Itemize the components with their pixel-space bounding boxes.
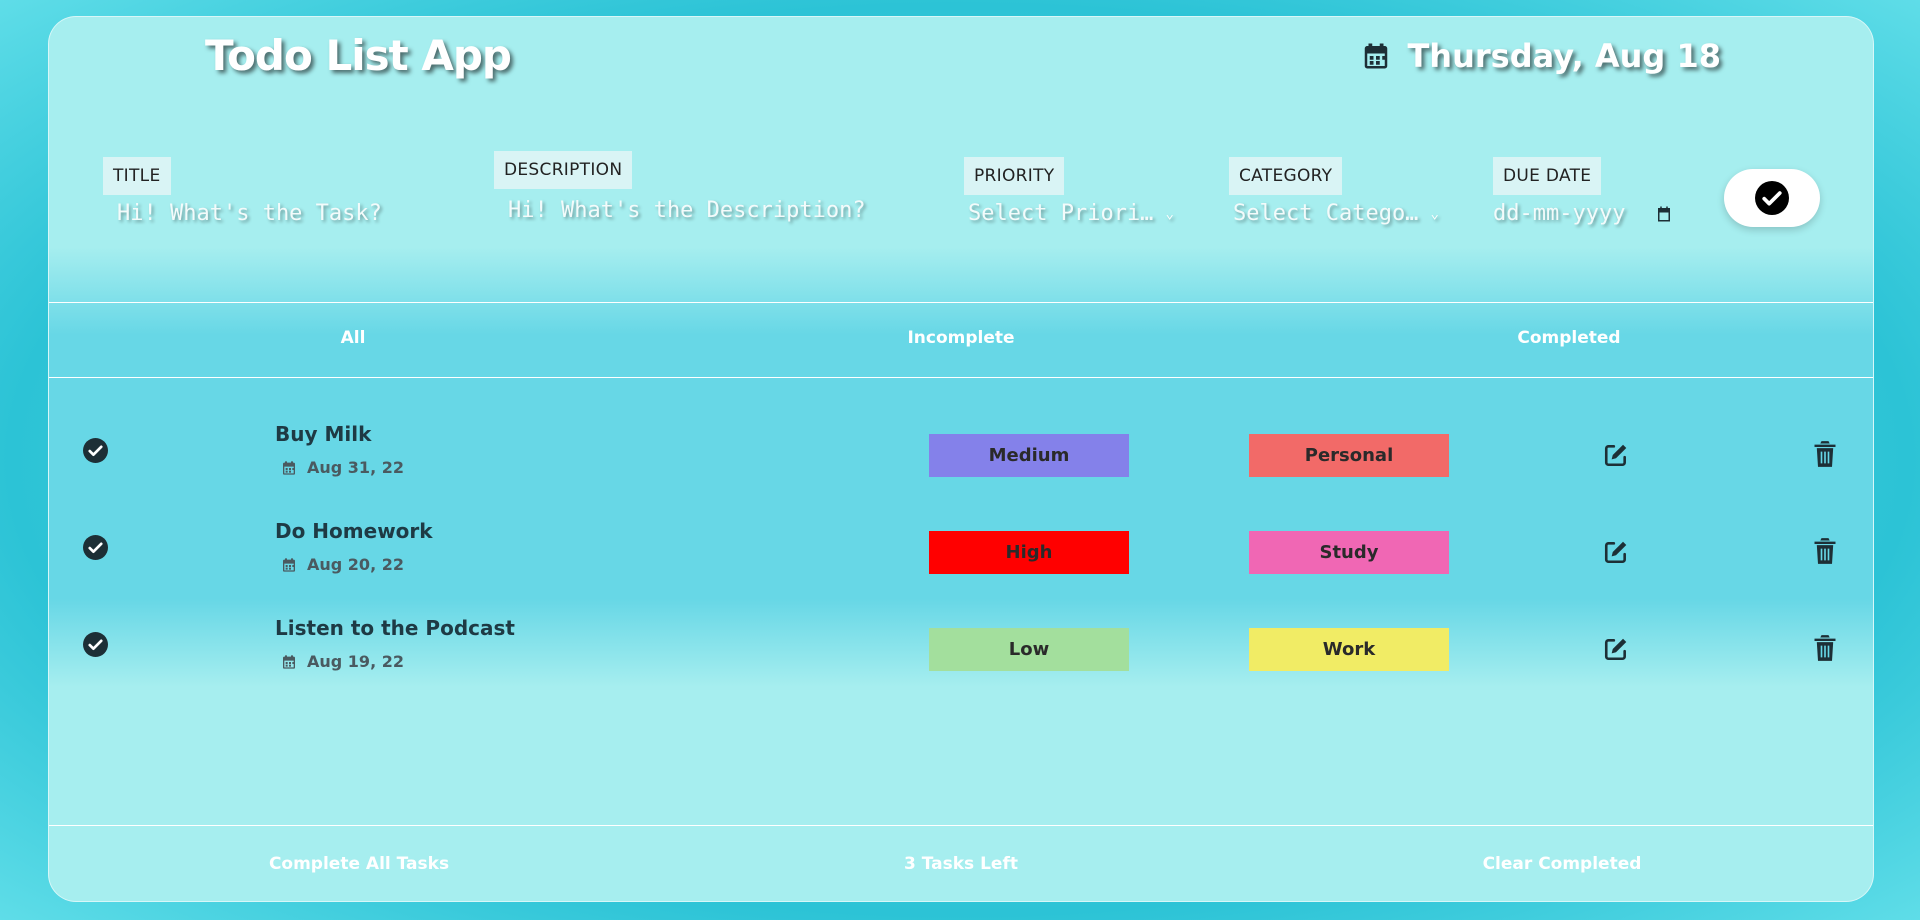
title-input[interactable]: Hi! What's the Task? <box>103 201 382 226</box>
priority-badge: Low <box>929 628 1129 671</box>
check-circle-icon[interactable] <box>83 632 108 661</box>
task-due-text: Aug 20, 22 <box>307 555 404 574</box>
calendar-icon <box>1365 43 1388 69</box>
description-label: DESCRIPTION <box>494 151 633 189</box>
calendar-icon <box>283 557 295 572</box>
priority-selected: Select Priori… <box>968 201 1154 226</box>
due-date-placeholder: dd-mm-yyyy <box>1493 201 1626 226</box>
category-selected: Select Catego… <box>1233 201 1419 226</box>
header-date: Thursday, Aug 18 <box>1361 37 1721 75</box>
task-row: Listen to the Podcast Aug 19, 22 Low Wor… <box>49 600 1873 697</box>
filter-tabs: All Incomplete Completed <box>49 302 1873 378</box>
trash-icon[interactable] <box>1813 537 1837 569</box>
task-due-date: Aug 20, 22 <box>281 555 404 574</box>
edit-icon[interactable] <box>1603 442 1629 472</box>
priority-badge: High <box>929 531 1129 574</box>
edit-icon[interactable] <box>1603 539 1629 569</box>
calendar-icon <box>283 654 295 669</box>
task-due-text: Aug 31, 22 <box>307 458 404 477</box>
footer: Complete All Tasks 3 Tasks Left Clear Co… <box>49 825 1873 901</box>
priority-badge: Medium <box>929 434 1129 477</box>
chevron-down-icon: ⌄ <box>1430 205 1439 222</box>
chevron-down-icon: ⌄ <box>1165 205 1174 222</box>
priority-label: PRIORITY <box>964 157 1065 195</box>
category-badge: Study <box>1249 531 1449 574</box>
description-input[interactable]: Hi! What's the Description? <box>494 198 866 223</box>
priority-select[interactable]: Select Priori… ⌄ <box>964 201 1174 226</box>
check-circle-icon[interactable] <box>83 438 108 467</box>
description-field[interactable]: DESCRIPTION Hi! What's the Description? <box>494 151 866 223</box>
due-date-input[interactable]: dd-mm-yyyy <box>1493 201 1673 226</box>
priority-field[interactable]: PRIORITY Select Priori… ⌄ <box>964 157 1174 226</box>
due-date-label: DUE DATE <box>1493 157 1602 195</box>
check-circle-icon <box>1755 181 1789 215</box>
due-date-field[interactable]: DUE DATE dd-mm-yyyy <box>1493 157 1673 226</box>
calendar-icon <box>283 460 295 475</box>
complete-all-button[interactable]: Complete All Tasks <box>269 854 449 874</box>
category-field[interactable]: CATEGORY Select Catego… ⌄ <box>1229 157 1439 226</box>
tab-completed[interactable]: Completed <box>1517 328 1620 348</box>
trash-icon[interactable] <box>1813 440 1837 472</box>
check-circle-icon[interactable] <box>83 535 108 564</box>
tasks-left-count: 3 Tasks Left <box>904 854 1018 874</box>
category-badge: Work <box>1249 628 1449 671</box>
edit-icon[interactable] <box>1603 636 1629 666</box>
task-due-text: Aug 19, 22 <box>307 652 404 671</box>
tab-all[interactable]: All <box>341 328 366 348</box>
category-badge: Personal <box>1249 434 1449 477</box>
current-date: Thursday, Aug 18 <box>1407 37 1721 75</box>
task-title: Listen to the Podcast <box>275 616 515 640</box>
task-title: Buy Milk <box>275 422 372 446</box>
task-row: Buy Milk Aug 31, 22 Medium Personal <box>49 406 1873 503</box>
task-row: Do Homework Aug 20, 22 High Study <box>49 503 1873 600</box>
title-label: TITLE <box>103 157 171 195</box>
app-card: Todo List App Thursday, Aug 18 TITLE Hi!… <box>48 16 1874 902</box>
task-due-date: Aug 31, 22 <box>281 458 404 477</box>
category-label: CATEGORY <box>1229 157 1343 195</box>
calendar-picker-icon[interactable] <box>1655 205 1673 223</box>
category-select[interactable]: Select Catego… ⌄ <box>1229 201 1439 226</box>
trash-icon[interactable] <box>1813 634 1837 666</box>
title-field[interactable]: TITLE Hi! What's the Task? <box>103 157 382 226</box>
tab-incomplete[interactable]: Incomplete <box>907 328 1014 348</box>
task-title: Do Homework <box>275 519 433 543</box>
add-task-button[interactable] <box>1724 169 1820 227</box>
task-due-date: Aug 19, 22 <box>281 652 404 671</box>
page-title: Todo List App <box>205 31 512 80</box>
clear-completed-button[interactable]: Clear Completed <box>1483 854 1642 874</box>
